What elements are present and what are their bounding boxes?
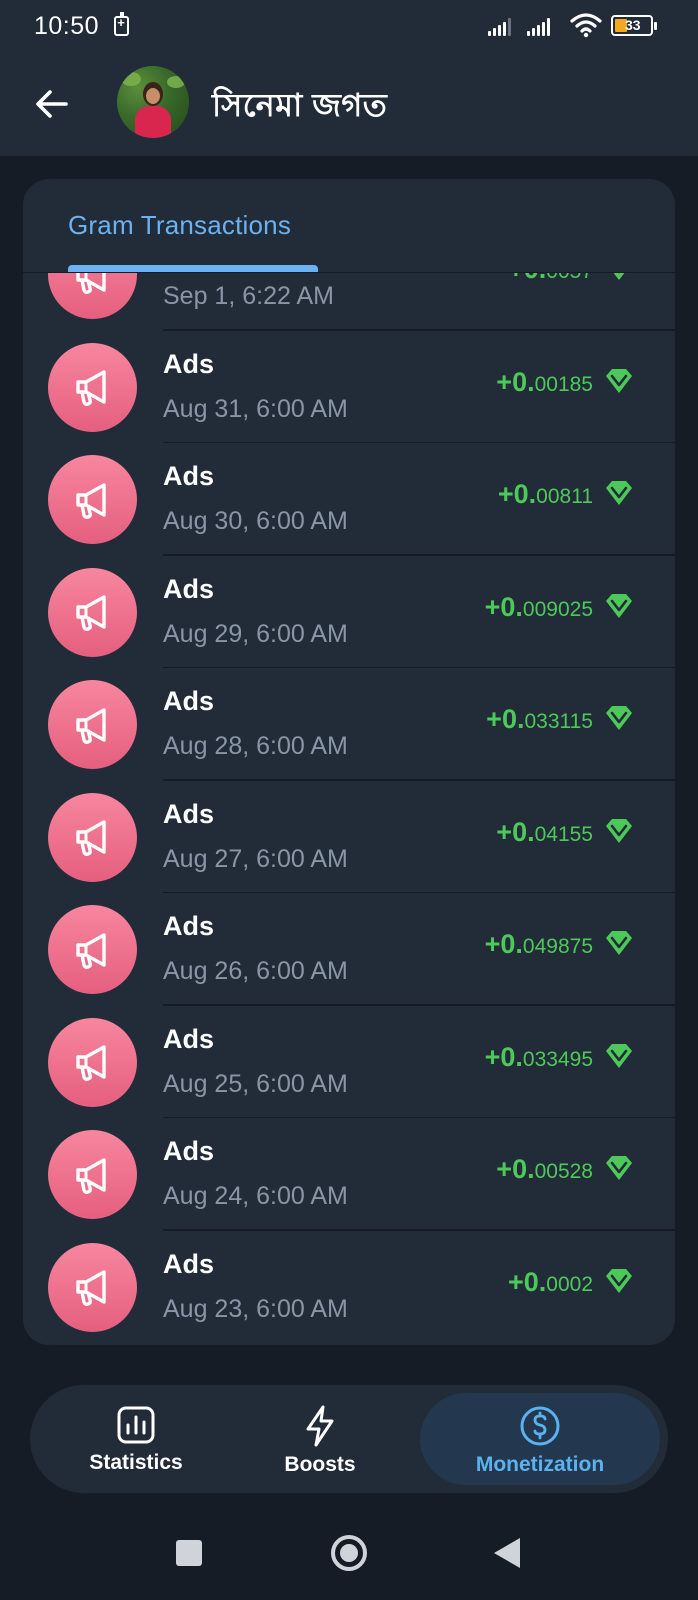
transaction-row[interactable]: Ads Aug 25, 6:00 AM +0.033495 <box>23 1006 675 1118</box>
transaction-title: Ads <box>163 1248 215 1279</box>
transaction-amount: +0.00185 <box>496 366 593 397</box>
megaphone-icon <box>48 1130 137 1219</box>
battery-level: 33 <box>625 17 641 33</box>
channel-title[interactable]: সিনেমা জগত <box>212 80 387 134</box>
circle-icon <box>331 1535 367 1571</box>
gram-diamond-icon <box>606 1156 632 1180</box>
tab-gram-transactions-label: Gram Transactions <box>68 209 292 240</box>
wifi-icon <box>570 13 602 38</box>
bar-chart-icon <box>117 1406 155 1444</box>
transaction-date: Aug 25, 6:00 AM <box>163 1069 348 1098</box>
gram-diamond-icon <box>606 368 632 393</box>
transaction-date: Aug 29, 6:00 AM <box>163 619 348 648</box>
signal-strength-icon-2 <box>527 16 550 36</box>
transaction-row[interactable]: Ads Aug 27, 6:00 AM +0.04155 <box>23 781 675 893</box>
megaphone-icon <box>48 1242 137 1332</box>
gram-diamond-icon <box>606 706 632 730</box>
tab-statistics[interactable]: Statistics <box>36 1393 236 1485</box>
recents-button[interactable] <box>176 1540 202 1571</box>
transaction-amount: +0.00811 <box>497 479 593 509</box>
tab-monetization-label: Monetization <box>475 1453 605 1476</box>
transaction-date: Sep 1, 6:22 AM <box>163 282 334 310</box>
battery-icon: 33 <box>611 15 657 36</box>
megaphone-icon <box>48 342 137 432</box>
arrow-left-icon <box>36 90 68 118</box>
transaction-amount: +0.04155 <box>496 816 593 847</box>
app-header: সিনেমা জগত <box>0 52 698 156</box>
transaction-date: Aug 30, 6:00 AM <box>163 507 348 535</box>
transaction-date: Aug 31, 6:00 AM <box>163 394 348 423</box>
gram-diamond-icon <box>606 1043 632 1068</box>
tab-boosts-label: Boosts <box>284 1453 356 1476</box>
transaction-title: Ads <box>163 573 215 604</box>
megaphone-icon <box>48 567 137 657</box>
transaction-row[interactable]: Ads Aug 31, 6:00 AM +0.00185 <box>23 331 675 443</box>
megaphone-icon <box>48 273 137 319</box>
gram-diamond-icon <box>606 931 632 955</box>
megaphone-icon <box>48 905 137 994</box>
transaction-row[interactable]: Ads Aug 23, 6:00 AM +0.0002 <box>23 1231 675 1344</box>
channel-avatar[interactable] <box>117 66 189 138</box>
back-nav-button[interactable] <box>494 1538 520 1573</box>
transaction-title: Ads <box>163 348 215 379</box>
megaphone-icon <box>48 680 137 769</box>
transaction-row[interactable]: Ads Aug 24, 6:00 AM +0.00528 <box>23 1118 675 1231</box>
gram-diamond-icon <box>606 481 632 505</box>
transaction-amount: +0.00528 <box>496 1154 593 1184</box>
tab-statistics-label: Statistics <box>89 1451 183 1474</box>
transaction-amount: +0.009025 <box>484 591 593 622</box>
tab-gram-transactions[interactable]: Gram Transactions <box>68 179 291 271</box>
transaction-row[interactable]: Ads Aug 29, 6:00 AM +0.009025 <box>23 556 675 668</box>
transaction-row[interactable]: Ads Sep 1, 6:22 AM +0.0057 <box>23 273 675 331</box>
sim-card-icon <box>114 12 129 36</box>
home-button[interactable] <box>330 1534 368 1577</box>
transaction-amount: +0.0057 <box>508 273 593 285</box>
transaction-list[interactable]: Ads Sep 1, 6:22 AM +0.0057 Ads Aug 31, 6… <box>23 273 675 1345</box>
transaction-amount: +0.033115 <box>486 704 593 734</box>
status-time: 10:50 <box>34 12 100 40</box>
gram-diamond-icon <box>606 1268 632 1293</box>
square-icon <box>176 1540 202 1566</box>
transaction-date: Aug 26, 6:00 AM <box>163 957 348 985</box>
transactions-card: Gram Transactions Ads Sep 1, 6:22 AM +0.… <box>23 179 675 1345</box>
transaction-date: Aug 28, 6:00 AM <box>163 732 348 760</box>
lightning-icon <box>306 1405 334 1447</box>
transaction-row[interactable]: Ads Aug 30, 6:00 AM +0.00811 <box>23 443 675 556</box>
transaction-amount: +0.0002 <box>507 1266 593 1297</box>
transaction-title: Ads <box>163 686 215 716</box>
megaphone-icon <box>48 792 137 882</box>
megaphone-icon <box>48 455 137 544</box>
transaction-row[interactable]: Ads Aug 26, 6:00 AM +0.049875 <box>23 893 675 1006</box>
tab-monetization[interactable]: Monetization <box>420 1393 660 1485</box>
transaction-title: Ads <box>163 461 215 491</box>
transaction-title: Ads <box>163 1136 215 1166</box>
transaction-date: Aug 24, 6:00 AM <box>163 1182 348 1210</box>
gram-diamond-icon <box>606 593 632 618</box>
signal-strength-icon <box>488 16 511 36</box>
bottom-tab-bar: Statistics Boosts Monetization <box>30 1385 668 1493</box>
triangle-back-icon <box>494 1538 520 1568</box>
transaction-date: Aug 23, 6:00 AM <box>163 1294 348 1323</box>
transaction-title: Ads <box>163 911 215 941</box>
transaction-title: Ads <box>163 1023 215 1054</box>
transaction-row[interactable]: Ads Aug 28, 6:00 AM +0.033115 <box>23 668 675 781</box>
dollar-circle-icon <box>520 1406 560 1446</box>
gram-diamond-icon <box>613 273 625 280</box>
transaction-title: Ads <box>163 798 215 829</box>
transaction-date: Aug 27, 6:00 AM <box>163 844 348 873</box>
transaction-amount: +0.033495 <box>484 1041 593 1072</box>
transaction-amount: +0.049875 <box>484 929 593 959</box>
status-bar: 10:50 33 <box>0 0 698 52</box>
megaphone-icon <box>48 1017 137 1107</box>
tab-active-indicator <box>68 265 318 272</box>
system-nav-bar <box>0 1500 698 1600</box>
tab-boosts[interactable]: Boosts <box>220 1393 420 1485</box>
gram-diamond-icon <box>606 818 632 843</box>
back-button[interactable] <box>30 82 74 126</box>
